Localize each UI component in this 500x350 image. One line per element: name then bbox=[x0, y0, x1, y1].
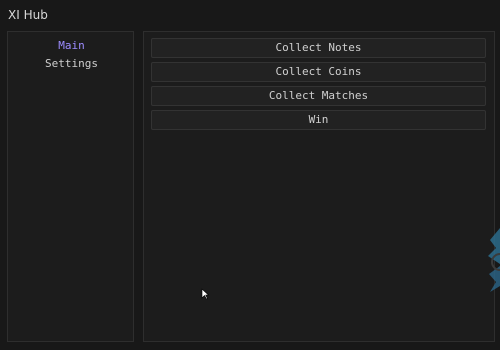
app-window: XI Hub Main Settings Collect Notes Colle… bbox=[0, 0, 500, 350]
window-title: XI Hub bbox=[8, 8, 48, 22]
blue-ornament-icon bbox=[488, 228, 500, 292]
title-bar[interactable]: XI Hub bbox=[0, 0, 500, 30]
collect-matches-button[interactable]: Collect Matches bbox=[151, 86, 486, 106]
main-panel: Collect Notes Collect Coins Collect Matc… bbox=[143, 31, 495, 342]
collect-notes-button[interactable]: Collect Notes bbox=[151, 38, 486, 58]
sidebar-item-settings[interactable]: Settings bbox=[8, 57, 135, 70]
win-button[interactable]: Win bbox=[151, 110, 486, 130]
sidebar-item-main[interactable]: Main bbox=[8, 39, 135, 52]
mouse-pointer-icon bbox=[201, 288, 209, 300]
collect-coins-button[interactable]: Collect Coins bbox=[151, 62, 486, 82]
sidebar: Main Settings bbox=[7, 31, 134, 342]
